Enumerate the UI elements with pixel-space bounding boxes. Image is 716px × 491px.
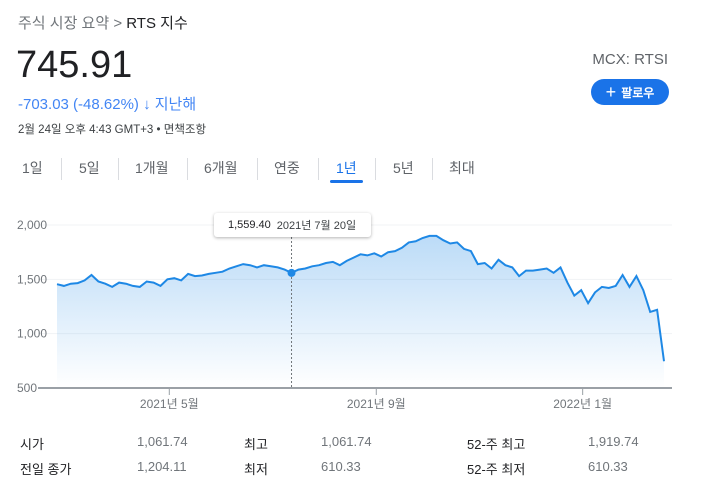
stat-value-open: 1,061.74 (137, 434, 188, 449)
highlight-point (287, 268, 296, 277)
stat-value-high: 1,061.74 (321, 434, 372, 449)
x-tick-label: 2021년 5월 (140, 397, 199, 411)
stat-value-prev-close: 1,204.11 (137, 459, 187, 474)
stat-label-high: 최고 (244, 437, 268, 452)
stat-label-52w-high: 52-주 최고 (467, 437, 526, 452)
chart-tooltip: 1,559.40 2021년 7월 20일 (213, 213, 371, 237)
x-tick-label: 2022년 1월 (553, 397, 612, 411)
stat-label-52w-low: 52-주 최저 (467, 462, 526, 477)
y-tick-label: 500 (17, 381, 37, 395)
x-tick-label: 2021년 9월 (347, 397, 406, 411)
stat-value-52w-low: 610.33 (588, 459, 628, 474)
stat-label-low: 최저 (244, 462, 268, 477)
tooltip-date: 2021년 7월 20일 (276, 220, 357, 232)
chart-area-fill (57, 235, 664, 388)
y-tick-label: 2,000 (17, 218, 47, 232)
stat-value-low: 610.33 (321, 459, 361, 474)
price-chart[interactable]: 2,000 1,500 1,000 500 2021년 5월 2021년 9월 2022년 … (0, 0, 716, 420)
y-tick-label: 1,500 (17, 272, 47, 286)
stat-value-52w-high: 1,919.74 (588, 434, 639, 449)
y-tick-label: 1,000 (17, 327, 47, 341)
stat-label-prev-close: 전일 종가 (20, 462, 72, 477)
stat-label-open: 시가 (20, 437, 44, 452)
tooltip-value: 1,559.40 (227, 219, 271, 231)
